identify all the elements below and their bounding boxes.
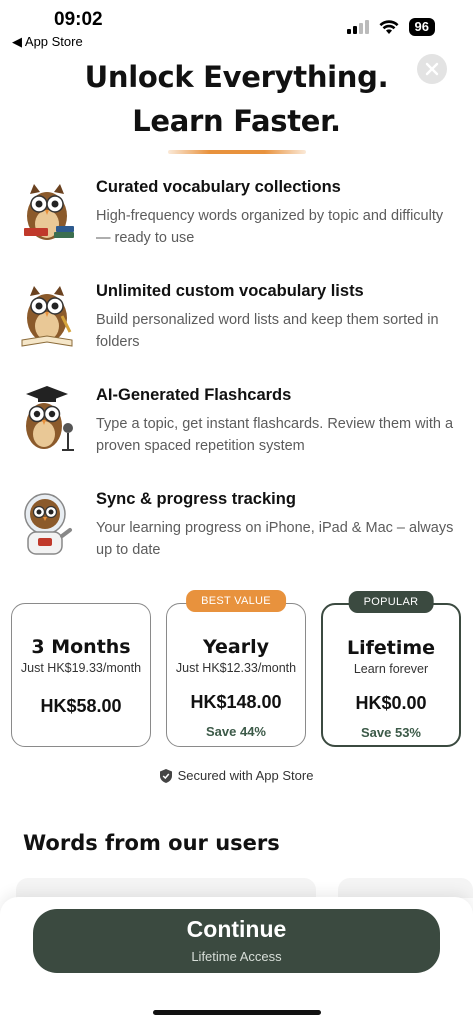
accent-divider <box>168 150 306 154</box>
continue-sublabel: Lifetime Access <box>191 949 282 964</box>
status-bar: 09:02 ◀ App Store 96 <box>0 0 473 52</box>
plan-savings: Save 53% <box>361 725 421 740</box>
feature-title: Sync & progress tracking <box>96 490 296 508</box>
wifi-icon <box>379 19 399 34</box>
plan-lifetime[interactable]: POPULAR Lifetime Learn forever HK$0.00 S… <box>321 591 461 747</box>
review-card <box>16 878 316 898</box>
owl-astronaut-icon <box>24 493 72 555</box>
popular-badge: POPULAR <box>348 591 434 613</box>
feature-description: Build personalized word lists and keep t… <box>96 312 439 350</box>
feature-curated-collections: Curated vocabulary collections High-freq… <box>0 178 473 268</box>
continue-label: Continue <box>186 916 287 942</box>
feature-description: High-frequency words organized by topic … <box>96 208 444 246</box>
plan-price: HK$148.00 <box>190 692 282 712</box>
feature-description: Type a topic, get instant flashcards. Re… <box>96 416 454 454</box>
headline: Unlock Everything. Learn Faster. <box>0 55 473 143</box>
review-card <box>338 878 473 898</box>
secured-text: Secured with App Store <box>177 768 314 783</box>
back-to-app-store-link[interactable]: ◀ App Store <box>12 34 83 50</box>
plan-name: Lifetime <box>346 637 436 659</box>
plan-name: 3 Months <box>31 636 131 658</box>
feature-title: Curated vocabulary collections <box>96 178 341 196</box>
feature-ai-flashcards: AI-Generated Flashcards Type a topic, ge… <box>0 386 473 476</box>
plan-price: HK$0.00 <box>355 693 427 713</box>
feature-sync-progress: Sync & progress tracking Your learning p… <box>0 490 473 580</box>
battery-icon: 96 <box>408 18 435 36</box>
plan-name: Yearly <box>203 636 269 658</box>
headline-line-1: Unlock Everything. <box>84 60 389 94</box>
plan-subtitle: Just HK$12.33/month <box>175 661 297 675</box>
feature-title: Unlimited custom vocabulary lists <box>96 282 364 300</box>
feature-custom-lists: Unlimited custom vocabulary lists Build … <box>0 282 473 372</box>
feature-description: Your learning progress on iPhone, iPad &… <box>96 520 454 558</box>
owl-graduate-icon <box>26 386 74 451</box>
status-time: 09:02 <box>54 9 103 30</box>
headline-line-2: Learn Faster. <box>132 104 341 138</box>
secured-note: Secured with App Store <box>0 768 473 783</box>
plan-price: HK$58.00 <box>40 696 122 716</box>
plan-3-months[interactable]: 3 Months Just HK$19.33/month HK$58.00 <box>11 603 151 747</box>
owl-writing-icon <box>21 286 73 347</box>
home-indicator[interactable] <box>153 1010 321 1015</box>
plan-subtitle: Just HK$19.33/month <box>20 661 142 675</box>
continue-button[interactable]: Continue Lifetime Access <box>33 909 440 973</box>
feature-title: AI-Generated Flashcards <box>96 386 292 404</box>
status-icons: 96 <box>346 18 435 36</box>
plan-yearly[interactable]: BEST VALUE Yearly Just HK$12.33/month HK… <box>166 590 306 747</box>
signal-icon <box>346 20 369 34</box>
reviews-section-title: Words from our users <box>23 831 280 855</box>
best-value-badge: BEST VALUE <box>186 590 286 612</box>
plan-savings: Save 44% <box>206 724 266 739</box>
owl-reading-icon <box>24 184 74 240</box>
bottom-cta-sheet: Continue Lifetime Access <box>0 897 473 1024</box>
shield-check-icon <box>159 768 172 783</box>
plan-subtitle: Learn forever <box>353 662 429 676</box>
